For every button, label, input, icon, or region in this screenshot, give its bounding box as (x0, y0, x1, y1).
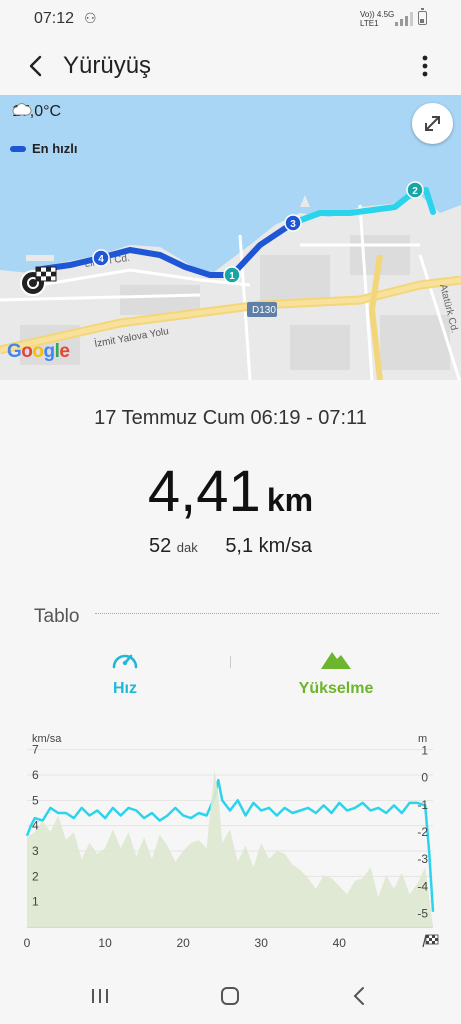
marker-label: 3 (290, 219, 296, 230)
x-tick-label: 30 (255, 936, 269, 950)
elevation-area (27, 769, 433, 927)
road-label-d130: D130 (252, 305, 276, 316)
x-tick-label: 20 (176, 936, 190, 950)
right-tick-label: -4 (417, 879, 428, 893)
right-tick-label: -3 (417, 852, 428, 866)
marker-label: 1 (229, 271, 235, 282)
left-tick-label: 2 (32, 869, 39, 883)
battery-icon (418, 8, 427, 25)
tab-elevation[interactable]: Yükselme (236, 648, 436, 698)
distance: 4,41 km (0, 458, 461, 525)
accessibility-icon: ⚇ (84, 10, 97, 26)
expand-map-button[interactable] (412, 103, 453, 144)
route-marker-3[interactable]: 3 (284, 214, 302, 232)
tab-speed[interactable]: Hız (25, 648, 225, 698)
section-title: Tablo (34, 606, 80, 627)
legend-label: En hızlı (32, 141, 78, 156)
more-vert-icon[interactable] (412, 50, 438, 82)
network-indicator: Vo)) 4.5G LTE1 (360, 10, 394, 28)
right-tick-label: -1 (417, 798, 428, 812)
map-legend: En hızlı (10, 141, 78, 156)
system-nav-bar (0, 968, 461, 1024)
duration-value: 52 (148, 535, 172, 557)
right-tick-label: -2 (417, 825, 428, 839)
home-icon[interactable] (210, 980, 250, 1012)
x-tick-label: 10 (98, 936, 112, 950)
app-bar: Yürüyüş (0, 40, 461, 95)
route-marker-2[interactable]: 2 (406, 181, 424, 199)
signal-icon (395, 12, 413, 26)
left-tick-label: 3 (32, 844, 39, 858)
left-tick-label: 7 (32, 743, 39, 757)
network-type: Vo)) 4.5G (360, 10, 395, 19)
arrow-back-icon[interactable] (20, 50, 52, 82)
left-tick-label: 5 (32, 793, 39, 807)
status-bar: 07:12 ⚇ Vo)) 4.5G LTE1 (0, 0, 461, 40)
google-logo: Google (7, 341, 70, 362)
workout-stats: 52 dak 5,1 km/sa (0, 535, 461, 558)
tab-speed-label: Hız (113, 680, 137, 697)
tab-divider (230, 656, 231, 668)
average-speed: 5,1 km/sa (225, 535, 313, 557)
left-tick-label: 4 (32, 819, 39, 833)
recent-apps-icon[interactable] (80, 980, 120, 1012)
route-map[interactable]: Liman Cd. D130 İzmit Yalova Yolu Atatürk… (0, 95, 461, 380)
marker-label: 2 (412, 186, 418, 197)
speedometer-icon (112, 654, 138, 669)
status-time: 07:12 (34, 10, 75, 27)
section-divider (95, 613, 439, 614)
route-marker-1[interactable]: 1 (223, 266, 241, 284)
legend-swatch (10, 145, 26, 152)
mountain-icon (321, 652, 351, 669)
route-marker-4[interactable]: 4 (92, 249, 110, 267)
expand-icon (425, 116, 440, 131)
x-tick-label: 0 (24, 936, 31, 950)
x-tick-label: 40 (333, 936, 347, 950)
left-tick-label: 6 (32, 768, 39, 782)
tab-elevation-label: Yükselme (298, 680, 374, 697)
right-tick-label: 1 (421, 744, 428, 758)
right-tick-label: 0 (421, 771, 428, 785)
page-title: Yürüyüş (63, 52, 152, 79)
weather-info: 17,0°C (12, 103, 61, 121)
right-tick-label: -5 (417, 906, 428, 920)
cloud-icon (12, 103, 32, 116)
date-range: 17 Temmuz Cum 06:19 - 07:11 (94, 407, 367, 429)
speed-elevation-chart: km/sa m 765432110-1-2-3-4-50 10 20 30 40 (24, 733, 439, 950)
duration-unit: dak (176, 540, 198, 555)
marker-label: 4 (98, 254, 104, 265)
map-canvas: Liman Cd. D130 İzmit Yalova Yolu Atatürk… (0, 95, 461, 380)
distance-unit: km (266, 482, 314, 518)
network-sim: LTE1 (360, 19, 379, 28)
left-tick-label: 1 (32, 895, 39, 909)
distance-value: 4,41 (147, 459, 261, 524)
finish-flag-icon (422, 934, 439, 948)
nav-back-icon[interactable] (340, 980, 380, 1012)
